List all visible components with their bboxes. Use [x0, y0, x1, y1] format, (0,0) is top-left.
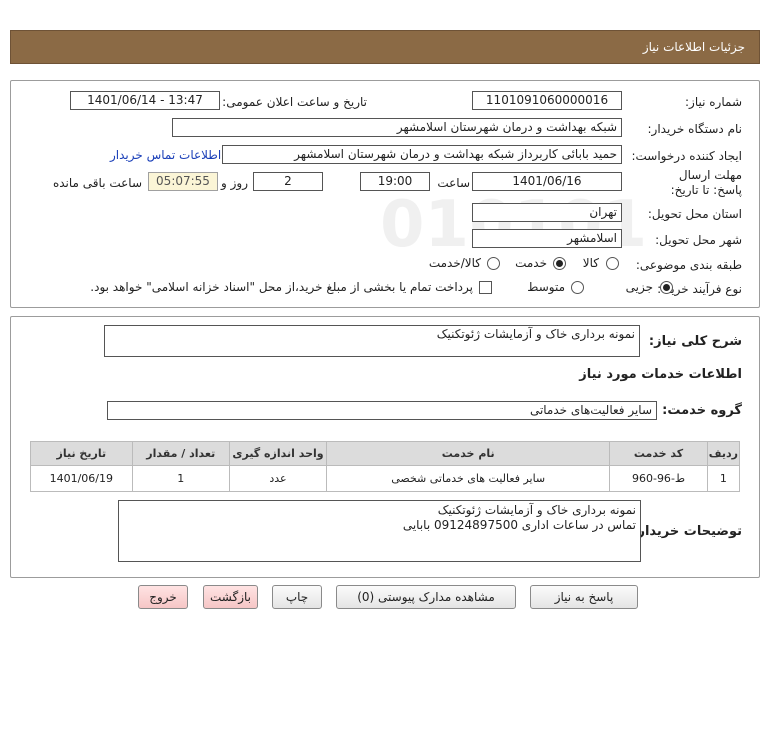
cell-unit: عدد	[228, 465, 328, 492]
print-button[interactable]: چاپ	[272, 585, 322, 609]
buyer-notes-line-1: نمونه برداری خاک و آزمایشات ژئوتکنیک	[437, 503, 636, 517]
buyer-org-label: نام دستگاه خریدار:	[647, 122, 743, 136]
remaining-label: ساعت باقی مانده	[52, 176, 142, 190]
service-group-label: گروه خدمت:	[662, 403, 742, 418]
remaining-time-field: 05:07:55	[148, 172, 218, 191]
creator-label: ایجاد کننده درخواست:	[631, 149, 742, 163]
page-header: جزئیات اطلاعات نیاز	[10, 30, 760, 64]
back-button[interactable]: بازگشت	[203, 585, 258, 609]
cell-service-code: ط-96-960	[609, 465, 708, 492]
treasury-text: پرداخت تمام یا بخشی از مبلغ خرید،از محل …	[90, 280, 473, 294]
category-service-radio[interactable]	[553, 257, 566, 270]
category-service-label: خدمت	[515, 256, 547, 270]
table-row: 1 ط-96-960 سایر فعالیت های خدماتی شخصی ع…	[30, 465, 741, 492]
province-label: استان محل تحویل:	[647, 207, 742, 221]
services-table: ردیف کد خدمت نام خدمت واحد اندازه گیری ت…	[30, 441, 741, 492]
summary-label: شرح کلی نیاز:	[648, 334, 742, 349]
category-goods-label: کالا	[582, 256, 599, 270]
deadline-label: مهلت ارسال پاسخ: تا تاریخ:	[670, 168, 742, 197]
table-header-row: ردیف کد خدمت نام خدمت واحد اندازه گیری ت…	[30, 441, 741, 466]
purchase-medium-label: متوسط	[527, 280, 565, 294]
purchase-medium-radio[interactable]	[571, 281, 584, 294]
buyer-notes-line-2: تماس در ساعات اداری 09124897500 بابایی	[402, 518, 636, 532]
purchase-minor-label: جزیی	[625, 280, 653, 294]
cell-service-name: سایر فعالیت های خدماتی شخصی	[326, 465, 611, 492]
reply-button[interactable]: پاسخ به نیاز	[530, 585, 638, 609]
city-field: اسلامشهر	[472, 229, 622, 248]
deadline-time-field: 19:00	[360, 172, 430, 191]
deadline-time-label: ساعت	[437, 176, 470, 190]
category-goods-service-radio[interactable]	[487, 257, 500, 270]
deadline-date-field: 1401/06/16	[472, 172, 622, 191]
buyer-notes-field: نمونه برداری خاک و آزمایشات ژئوتکنیک تما…	[118, 500, 641, 562]
page-title: جزئیات اطلاعات نیاز	[642, 40, 745, 54]
category-label: طبقه بندی موضوعی:	[635, 258, 742, 272]
col-need-date: تاریخ نیاز	[30, 441, 133, 466]
treasury-checkbox[interactable]	[479, 281, 492, 294]
col-service-name: نام خدمت	[326, 441, 611, 466]
need-number-field: 1101091060000016	[472, 91, 622, 110]
summary-field: نمونه برداری خاک و آزمایشات ژئوتکنیک	[104, 325, 640, 357]
days-field: 2	[253, 172, 323, 191]
col-unit: واحد اندازه گیری	[228, 441, 328, 466]
need-info-panel	[10, 80, 760, 308]
province-field: تهران	[472, 203, 622, 222]
services-heading: اطلاعات خدمات مورد نیاز	[579, 367, 742, 382]
attachments-button[interactable]: مشاهده مدارک پیوستی (0)	[336, 585, 516, 609]
purchase-minor-radio[interactable]	[660, 281, 673, 294]
service-group-field: سایر فعالیت‌های خدماتی	[107, 401, 657, 420]
col-row-number: ردیف	[706, 441, 741, 466]
cell-need-date: 1401/06/19	[30, 465, 133, 492]
creator-field: حمید بابائی کاربرداز شبکه بهداشت و درمان…	[222, 145, 622, 164]
announce-label: تاریخ و ساعت اعلان عمومی:	[222, 95, 367, 109]
announce-field: 1401/06/14 - 13:47	[70, 91, 220, 110]
buyer-notes-label: توضیحات خریدار:	[632, 524, 742, 539]
exit-button[interactable]: خروج	[138, 585, 188, 609]
buyer-org-field: شبکه بهداشت و درمان شهرستان اسلامشهر	[172, 118, 622, 137]
days-label: روز و	[221, 176, 248, 190]
col-quantity: تعداد / مقدار	[131, 441, 230, 466]
cell-quantity: 1	[131, 465, 230, 492]
category-goods-radio[interactable]	[606, 257, 619, 270]
city-label: شهر محل تحویل:	[655, 233, 742, 247]
buyer-contact-link[interactable]: اطلاعات تماس خریدار	[110, 148, 221, 162]
need-number-label: شماره نیاز:	[685, 95, 742, 109]
category-goods-service-label: کالا/خدمت	[428, 256, 481, 270]
cell-row-number: 1	[706, 465, 741, 492]
col-service-code: کد خدمت	[609, 441, 708, 466]
